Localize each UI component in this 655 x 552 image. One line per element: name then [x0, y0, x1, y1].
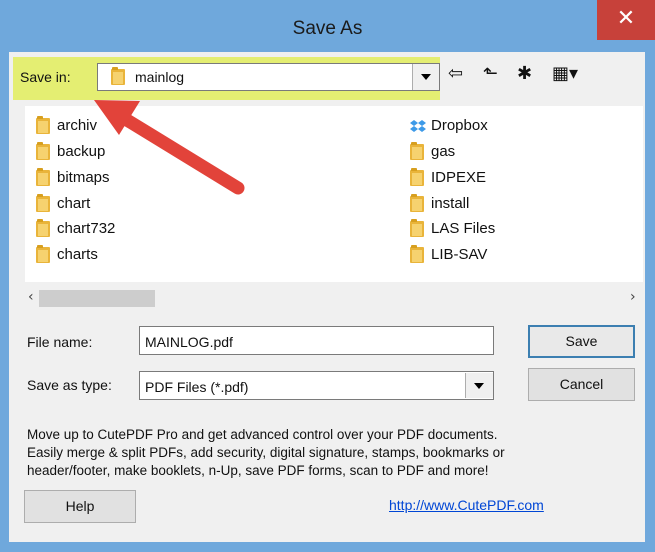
folder-icon	[36, 142, 50, 160]
promo-line: Move up to CutePDF Pro and get advanced …	[27, 427, 498, 442]
save-as-type-label: Save as type:	[27, 377, 112, 393]
dropbox-icon	[410, 120, 426, 132]
chevron-down-icon	[421, 74, 431, 80]
help-button[interactable]: Help	[24, 490, 136, 523]
scroll-thumb[interactable]	[39, 290, 155, 307]
list-item-label: chart	[57, 195, 91, 212]
promo-text: Move up to CutePDF Pro and get advanced …	[27, 426, 637, 480]
chevron-down-icon	[474, 383, 484, 389]
folder-icon	[410, 245, 424, 263]
folder-icon	[410, 194, 424, 212]
folder-icon	[36, 194, 50, 212]
title-bar: Save As ✕	[0, 0, 655, 52]
folder-icon	[410, 219, 424, 237]
scroll-left-icon[interactable]: ‹	[28, 289, 34, 305]
promo-line: header/footer, make booklets, n-Up, save…	[27, 463, 489, 478]
file-name-input[interactable]: MAINLOG.pdf	[139, 326, 494, 355]
list-item-label: charts	[57, 246, 98, 263]
new-folder-icon[interactable]: ✱	[517, 63, 532, 89]
scroll-right-icon[interactable]: ›	[630, 289, 636, 305]
back-icon[interactable]: ⇦	[448, 63, 463, 89]
list-item-label: LIB-SAV	[431, 246, 488, 263]
folder-icon	[36, 245, 50, 263]
list-item-label: chart732	[57, 220, 116, 237]
view-menu-icon[interactable]: ▦▾	[552, 63, 578, 89]
list-item-label: gas	[431, 143, 456, 160]
save-in-value: mainlog	[135, 69, 185, 85]
list-item-label: LAS Files	[431, 220, 496, 237]
save-as-type-dropdown-arrow[interactable]	[465, 373, 493, 398]
folder-icon	[36, 168, 50, 186]
file-list[interactable]	[25, 106, 643, 282]
folder-icon	[410, 142, 424, 160]
list-item-label: backup	[57, 143, 106, 160]
list-item-label: archiv	[57, 117, 98, 134]
folder-icon	[410, 168, 424, 186]
horizontal-scrollbar[interactable]: ‹ ›	[25, 282, 643, 315]
folder-icon	[36, 116, 50, 134]
folder-icon	[36, 219, 50, 237]
save-in-dropdown-arrow[interactable]	[412, 64, 439, 90]
promo-line: Easily merge & split PDFs, add security,…	[27, 445, 505, 460]
folder-icon	[111, 67, 125, 85]
up-folder-icon[interactable]: ⬑	[483, 63, 498, 89]
save-as-type-value: PDF Files (*.pdf)	[145, 379, 249, 395]
save-as-type-select[interactable]: PDF Files (*.pdf)	[139, 371, 494, 400]
list-item-label: Dropbox	[431, 117, 488, 134]
list-item-label: IDPEXE	[431, 169, 487, 186]
cancel-button[interactable]: Cancel	[528, 368, 635, 401]
save-button[interactable]: Save	[528, 325, 635, 358]
list-item-label: install	[431, 195, 470, 212]
cutepdf-link[interactable]: http://www.CutePDF.com	[389, 497, 544, 513]
list-item-label: bitmaps	[57, 169, 110, 186]
window-title: Save As	[292, 18, 363, 39]
close-button[interactable]: ✕	[597, 0, 655, 40]
file-name-label: File name:	[27, 334, 93, 350]
save-in-label: Save in:	[20, 69, 71, 85]
